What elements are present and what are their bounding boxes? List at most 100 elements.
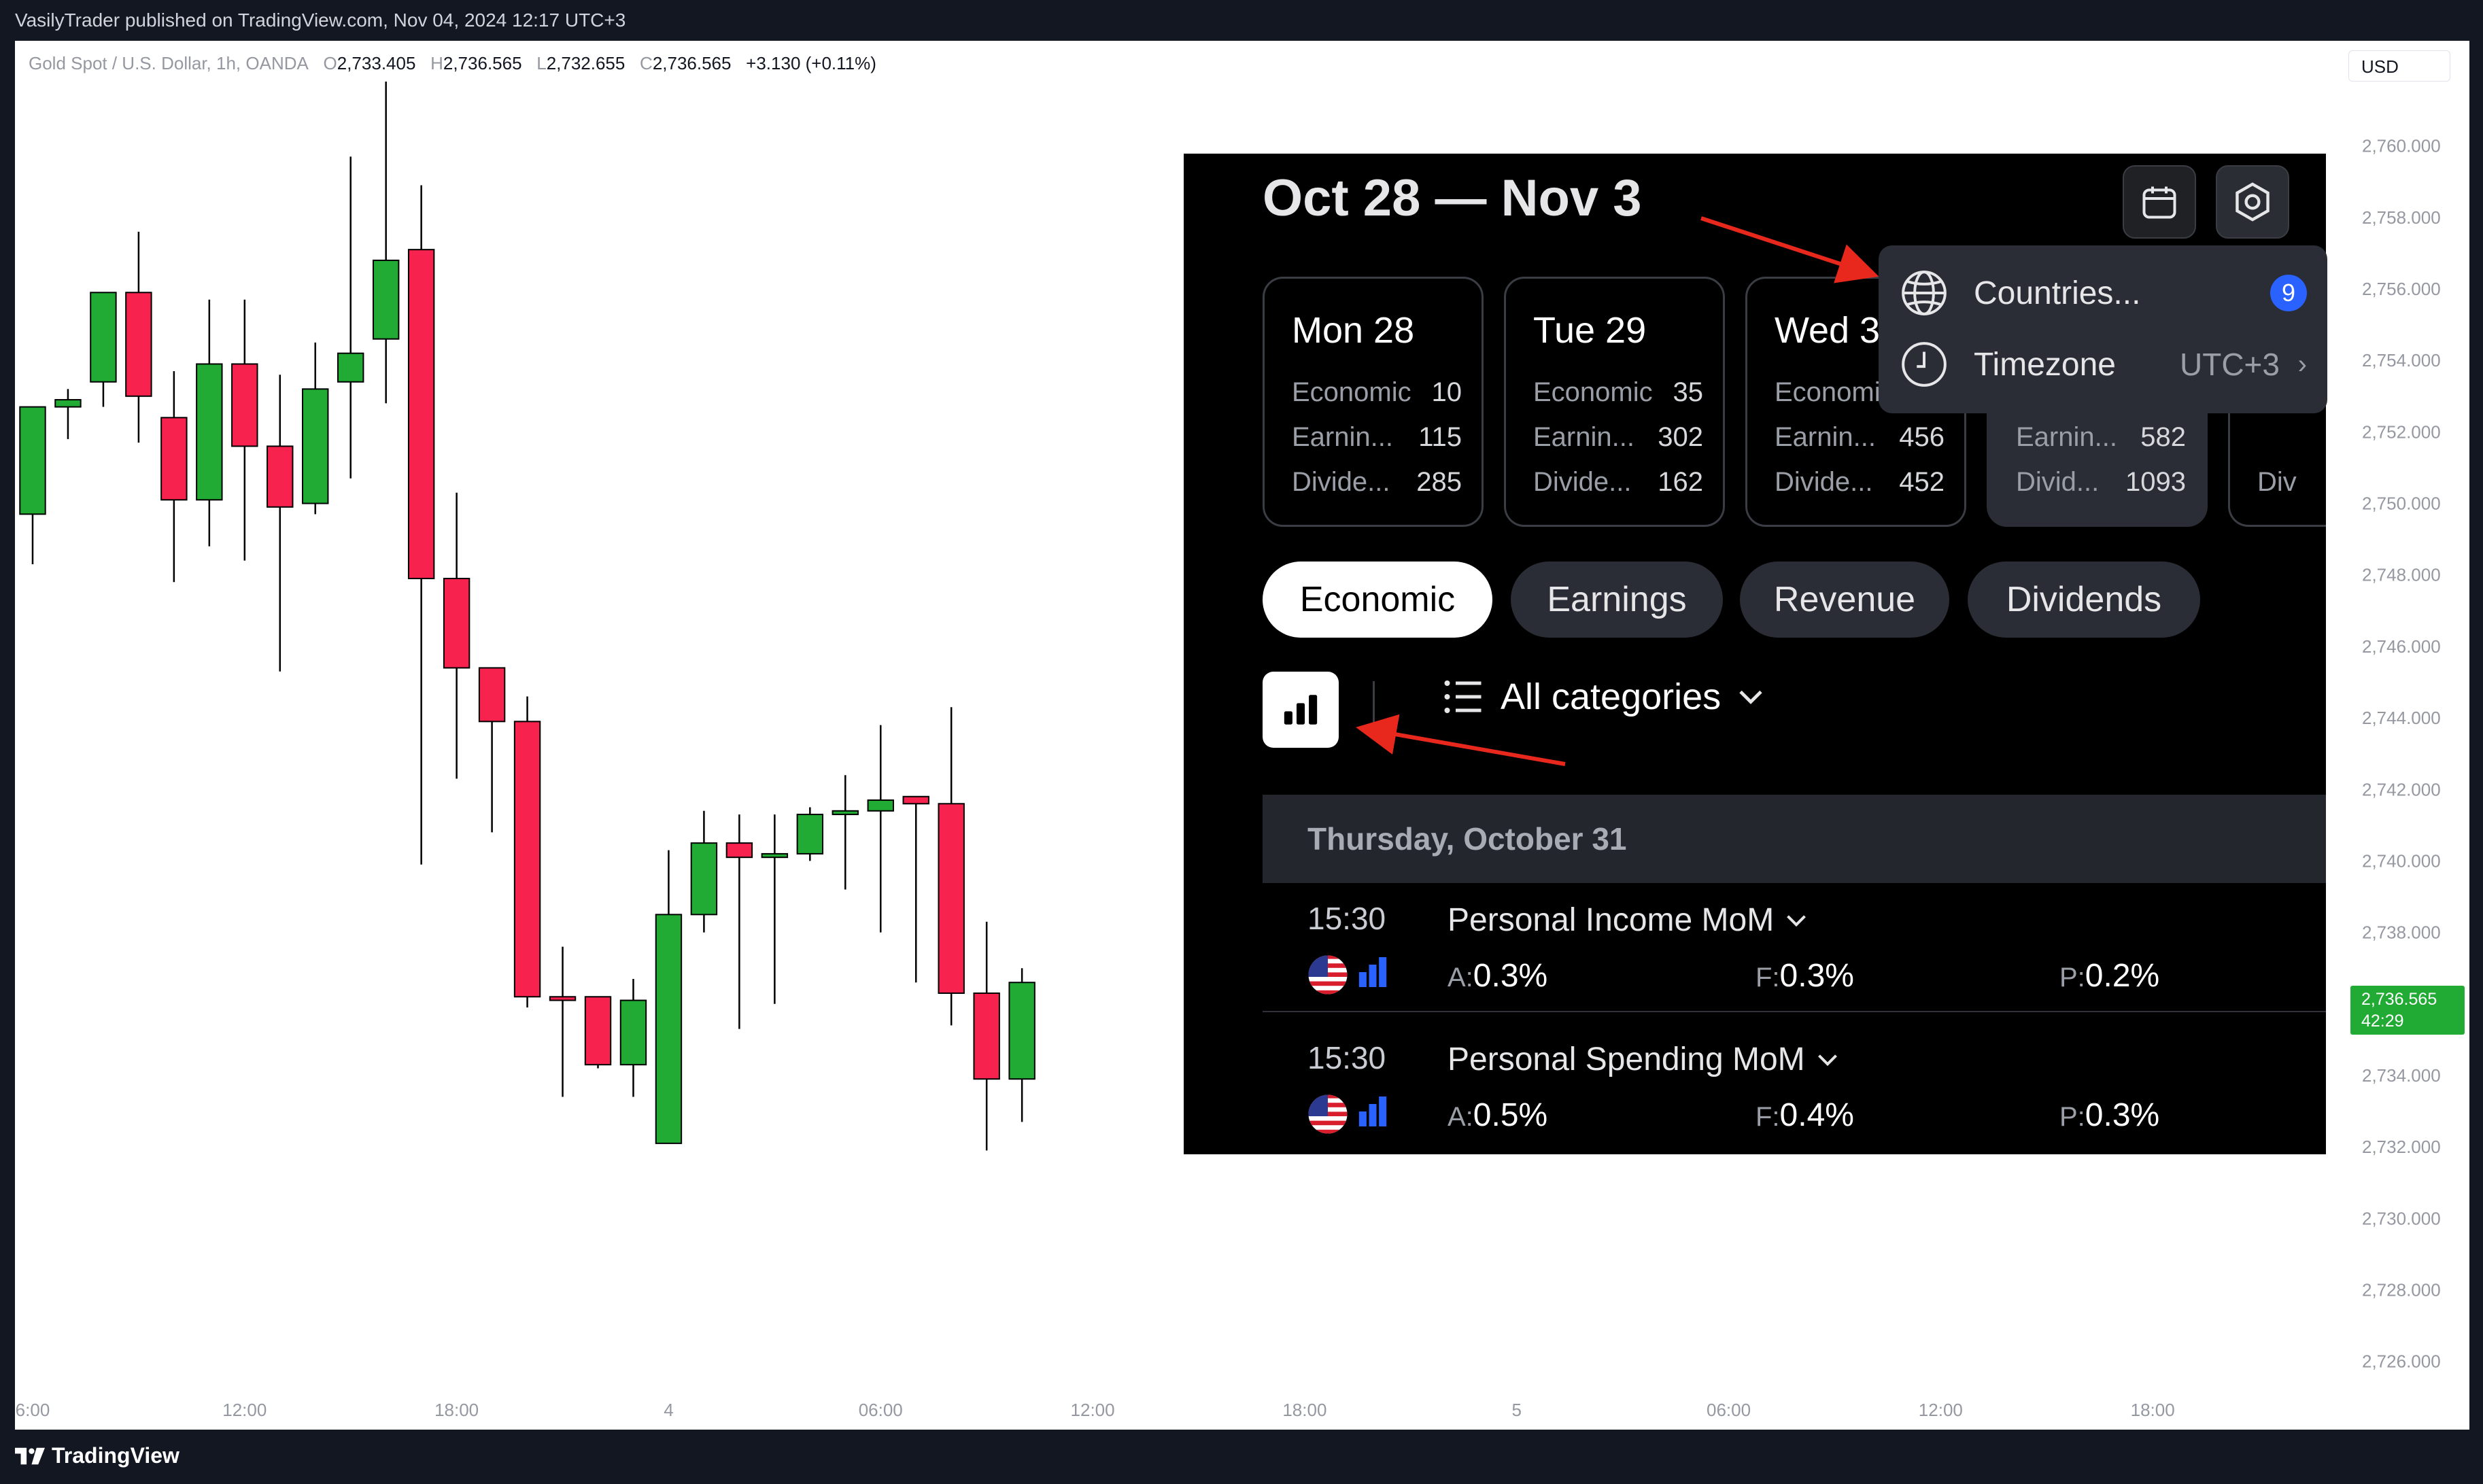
legend-close-label: C [640,53,653,73]
chevron-down-icon [1787,914,1806,927]
y-tick-label: 2,760.000 [2362,136,2441,156]
category-filter[interactable]: All categories [1442,676,1763,718]
day-row: Divide... 285 [1292,467,1462,497]
candle-body [867,799,894,812]
y-tick-label: 2,754.000 [2362,350,2441,370]
day-card-tue[interactable]: Tue 29 Economic 35 Earnin... 302 Divide...… [1504,277,1725,527]
day-name: Wed 3 [1775,310,1881,351]
tab-economic[interactable]: Economic [1263,562,1492,638]
day-row: Div [2257,467,2297,497]
last-price: 2,736.565 [2361,990,2437,1009]
y-tick-label: 2,740.000 [2362,850,2441,871]
candle-body [796,814,824,855]
clock-icon [1902,342,1947,387]
event-row[interactable]: 15:30 Personal Spending MoM A:0.5% F:0.4… [1263,1026,2326,1154]
candle-body [478,667,506,723]
timezone-value: UTC+3 [2180,347,2280,382]
candle-body [584,996,612,1066]
candle-body [832,810,859,816]
candle-body [54,399,82,408]
publish-info-text: VasilyTrader published on TradingView.co… [15,10,626,31]
candle-body [513,721,541,998]
legend-low-label: L [536,53,547,73]
y-tick-label: 2,750.000 [2362,494,2441,514]
x-tick-label: 4 [664,1400,673,1420]
bar-chart-icon [1284,695,1318,725]
day-row: Earnin... 115 [1292,422,1462,452]
y-tick-label: 2,728.000 [2362,1279,2441,1300]
footer-bar: TradingView [0,1430,2483,1484]
settings-button[interactable] [2216,165,2289,239]
legend-high: 2,736.565 [443,53,522,73]
candle-body [973,993,1000,1080]
us-flag-icon [1308,955,1348,995]
candle-body [1008,982,1035,1080]
menu-item-timezone[interactable]: Timezone UTC+3 › [1899,334,2307,395]
y-tick-label: 2,734.000 [2362,1065,2441,1086]
event-name[interactable]: Personal Income MoM [1448,901,1806,939]
x-tick-label: 12:00 [222,1400,267,1420]
globe-icon [1902,271,1947,315]
candle-body [407,249,435,579]
previous-value: P:0.3% [2059,1097,2160,1133]
chevron-right-icon: › [2297,349,2307,379]
tradingview-logo[interactable]: TradingView [15,1443,179,1468]
x-tick-label: 12:00 [1919,1400,1963,1420]
event-row[interactable]: 15:30 Personal Income MoM A:0.3% F:0.3% … [1263,886,2326,1022]
tab-earnings[interactable]: Earnings [1511,562,1723,638]
high-impact-icon [1358,957,1387,987]
y-tick-label: 2,732.000 [2362,1137,2441,1157]
category-filter-label: All categories [1501,676,1722,717]
y-tick-label: 2,746.000 [2362,636,2441,657]
importance-filter-button[interactable] [1263,672,1339,748]
y-tick-label: 2,752.000 [2362,421,2441,442]
menu-item-countries[interactable]: Countries... 9 [1899,262,2307,324]
candle-body [938,803,965,995]
gear-icon [2236,182,2270,222]
week-range-title: Oct 28 — Nov 3 [1263,169,1642,227]
x-tick-label: 5 [1511,1400,1521,1420]
forecast-value: F:0.4% [1756,1097,1854,1133]
tab-revenue[interactable]: Revenue [1740,562,1949,638]
y-tick-label: 2,730.000 [2362,1208,2441,1228]
x-tick-label: 06:00 [1707,1400,1751,1420]
high-impact-icon [1358,1097,1387,1126]
day-name: Mon 28 [1292,310,1415,351]
y-tick-label: 2,738.000 [2362,922,2441,943]
day-row: Earnin... 456 [1775,422,1945,452]
previous-value: P:0.2% [2059,958,2160,994]
calendar-button[interactable] [2123,165,2196,239]
x-tick-label: 12:00 [1071,1400,1115,1420]
event-divider [1263,1011,2326,1012]
candle-body [19,406,46,515]
legend-change: +3.130 (+0.11%) [746,53,876,73]
legend-open: 2,733.405 [337,53,416,73]
date-group-header: Thursday, October 31 [1263,795,2326,883]
legend-symbol: Gold Spot / U.S. Dollar, 1h, OANDA [29,53,309,73]
legend-close: 2,736.565 [652,53,732,73]
y-tick-label: 2,742.000 [2362,779,2441,799]
day-row: Earnin... 302 [1533,422,1703,452]
y-tick-label: 2,726.000 [2362,1351,2441,1372]
list-icon [1444,680,1482,713]
currency-selector[interactable]: USD [2348,50,2450,82]
day-row: Earnin... 582 [2016,422,2186,452]
candle-body [725,842,753,859]
y-tick-label: 2,748.000 [2362,565,2441,585]
x-tick-label: 18:00 [434,1400,479,1420]
day-row: Divid... 1093 [2016,467,2186,497]
day-card-mon[interactable]: Mon 28 Economic 10 Earnin... 115 Divide...… [1263,277,1484,527]
candle-body [267,445,294,508]
candle-body [655,914,683,1144]
candle-body [337,352,364,383]
forecast-value: F:0.3% [1756,958,1854,994]
candle-body [302,388,329,504]
chevron-down-icon [1817,1054,1837,1066]
tab-dividends[interactable]: Dividends [1968,562,2200,638]
legend-high-label: H [430,53,443,73]
legend-open-label: O [323,53,337,73]
event-name[interactable]: Personal Spending MoM [1448,1041,1838,1078]
publish-info-bar: VasilyTrader published on TradingView.co… [0,0,2483,41]
y-tick-label: 2,756.000 [2362,279,2441,299]
event-time: 15:30 [1307,901,1386,936]
